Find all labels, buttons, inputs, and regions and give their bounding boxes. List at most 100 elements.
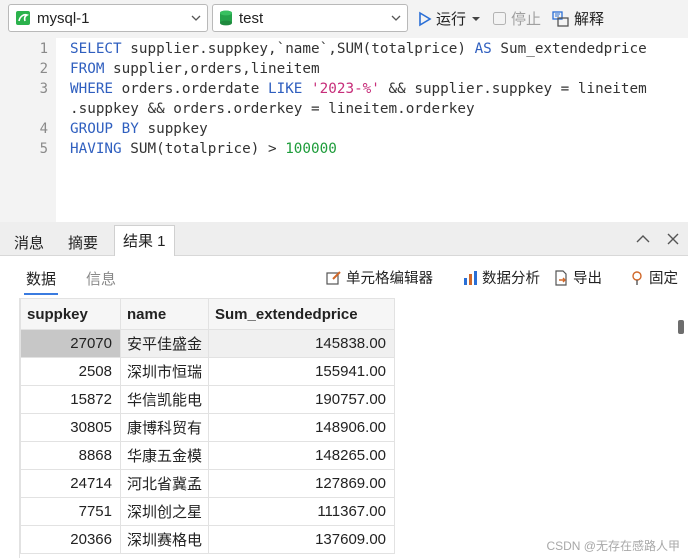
column-header-suppkey[interactable]: suppkey (20, 298, 121, 330)
cell-sum-extendedprice[interactable]: 190757.00 (208, 385, 395, 414)
cell-sum-extendedprice[interactable]: 148265.00 (208, 441, 395, 470)
table-row[interactable]: 2508 深圳市恒瑞 155941.00 (20, 357, 395, 386)
result-sub-toolbar: 数据 信息 单元格编辑器 数据分析 导出 固定 (0, 256, 688, 296)
cell-name[interactable]: 安平佳盛金 (120, 329, 209, 358)
stop-icon (493, 12, 506, 25)
cell-editor-button[interactable]: 单元格编辑器 (326, 267, 433, 288)
line-number: 5 (39, 141, 48, 157)
code-line[interactable]: WHERE orders.orderdate LIKE '2023-%' && … (70, 81, 647, 97)
sql-keyword: WHERE (70, 81, 114, 97)
sql-keyword: LIKE (267, 81, 303, 97)
stop-button[interactable]: 停止 (493, 8, 541, 29)
connection-select-value: mysql-1 (37, 9, 90, 27)
cell-name[interactable]: 深圳市恒瑞 (120, 357, 209, 386)
sql-editor[interactable]: 1 2 3 4 5 SELECT supplier.suppkey,`name`… (0, 38, 688, 222)
run-label: 运行 (436, 11, 467, 28)
sql-text: SUM(totalprice) > (121, 141, 286, 157)
line-number-gutter: 1 2 3 4 5 (0, 38, 56, 222)
table-row[interactable]: 30805 康博科贸有 148906.00 (20, 413, 395, 442)
cell-name[interactable]: 康博科贸有 (120, 413, 209, 442)
cell-name[interactable]: 华信凯能电 (120, 385, 209, 414)
code-line[interactable]: FROM supplier,orders,lineitem (70, 61, 320, 77)
cell-name[interactable]: 深圳赛格电 (120, 525, 209, 554)
column-header-sum-extendedprice[interactable]: Sum_extendedprice (208, 298, 395, 330)
column-header-name[interactable]: name (120, 298, 209, 330)
sql-text: supplier,orders,lineitem (104, 61, 320, 77)
run-button[interactable]: 运行 (418, 8, 481, 29)
table-row[interactable]: 7751 深圳创之星 111367.00 (20, 497, 395, 526)
result-table: suppkey name Sum_extendedprice 27070 安平佳… (20, 298, 395, 554)
table-row[interactable]: 24714 河北省冀孟 127869.00 (20, 469, 395, 498)
table-row[interactable]: 20366 深圳赛格电 137609.00 (20, 525, 395, 554)
cell-suppkey[interactable]: 2508 (20, 357, 121, 386)
tab-summary[interactable]: 摘要 (68, 228, 98, 256)
tab-messages[interactable]: 消息 (14, 228, 44, 256)
explain-button[interactable]: 解释 (552, 8, 604, 29)
line-number: 2 (39, 61, 48, 77)
sql-keyword: SELECT (70, 41, 122, 57)
edit-icon (326, 270, 341, 285)
cell-name[interactable]: 河北省冀孟 (120, 469, 209, 498)
explain-icon (552, 10, 569, 27)
close-icon[interactable] (667, 233, 679, 245)
export-button[interactable]: 导出 (553, 267, 602, 288)
cell-suppkey[interactable]: 27070 (20, 329, 121, 358)
line-number: 3 (39, 81, 48, 97)
database-icon (219, 10, 233, 26)
cell-name[interactable]: 深圳创之星 (120, 497, 209, 526)
play-icon (419, 11, 432, 26)
tab-info[interactable]: 信息 (86, 268, 116, 289)
collapse-up-icon[interactable] (636, 232, 650, 246)
cell-suppkey[interactable]: 24714 (20, 469, 121, 498)
cell-sum-extendedprice[interactable]: 111367.00 (208, 497, 395, 526)
table-row[interactable]: 8868 华康五金模 148265.00 (20, 441, 395, 470)
pin-icon (632, 270, 642, 285)
sql-string: '2023-%' (311, 81, 380, 97)
pin-label: 固定 (649, 271, 678, 287)
cell-suppkey[interactable]: 8868 (20, 441, 121, 470)
active-tab-indicator (24, 293, 58, 295)
sql-number: 100000 (285, 141, 337, 157)
cell-sum-extendedprice[interactable]: 137609.00 (208, 525, 395, 554)
table-row[interactable]: 15872 华信凯能电 190757.00 (20, 385, 395, 414)
code-line[interactable]: .suppkey && orders.orderkey = lineitem.o… (70, 101, 475, 117)
cell-suppkey[interactable]: 30805 (20, 413, 121, 442)
tab-result-1[interactable]: 结果 1 (114, 225, 175, 257)
export-label: 导出 (573, 271, 602, 287)
stop-label: 停止 (511, 11, 542, 28)
cell-sum-extendedprice[interactable]: 145838.00 (208, 329, 395, 358)
result-tab-bar: 消息 摘要 结果 1 (0, 222, 688, 257)
cell-sum-extendedprice[interactable]: 155941.00 (208, 357, 395, 386)
caret-down-icon[interactable] (472, 15, 481, 23)
cell-sum-extendedprice[interactable]: 148906.00 (208, 413, 395, 442)
code-line[interactable]: SELECT supplier.suppkey,`name`,SUM(total… (70, 41, 647, 57)
data-analysis-button[interactable]: 数据分析 (462, 267, 540, 288)
cell-suppkey[interactable]: 20366 (20, 525, 121, 554)
watermark: CSDN @无存在感路人甲 (546, 539, 680, 553)
explain-label: 解释 (574, 11, 605, 28)
connection-select[interactable]: mysql-1 (8, 4, 208, 32)
sql-text: supplier.suppkey,`name`,SUM(totalprice) (121, 41, 475, 57)
analysis-icon (464, 270, 477, 285)
row-header-column (0, 298, 20, 558)
export-icon (555, 269, 567, 286)
code-line[interactable]: GROUP BY suppkey (70, 121, 208, 137)
sql-text: .suppkey && orders.orderkey = lineitem.o… (70, 101, 475, 117)
cell-name[interactable]: 华康五金模 (120, 441, 209, 470)
pin-button[interactable]: 固定 (629, 267, 678, 288)
sql-keyword: HAVING (70, 141, 122, 157)
sql-text: suppkey (138, 121, 208, 137)
tab-data[interactable]: 数据 (26, 268, 56, 289)
vertical-scrollbar-thumb[interactable] (678, 320, 684, 334)
database-select[interactable]: test (212, 4, 408, 32)
sql-keyword: FROM (70, 61, 105, 77)
line-number: 4 (39, 121, 48, 137)
code-line[interactable]: HAVING SUM(totalprice) > 100000 (70, 141, 337, 157)
sql-keyword: AS (474, 41, 492, 57)
sql-text: Sum_extendedprice (491, 41, 647, 57)
cell-suppkey[interactable]: 7751 (20, 497, 121, 526)
table-row[interactable]: 27070 安平佳盛金 145838.00 (20, 329, 395, 358)
cell-suppkey[interactable]: 15872 (20, 385, 121, 414)
cell-sum-extendedprice[interactable]: 127869.00 (208, 469, 395, 498)
